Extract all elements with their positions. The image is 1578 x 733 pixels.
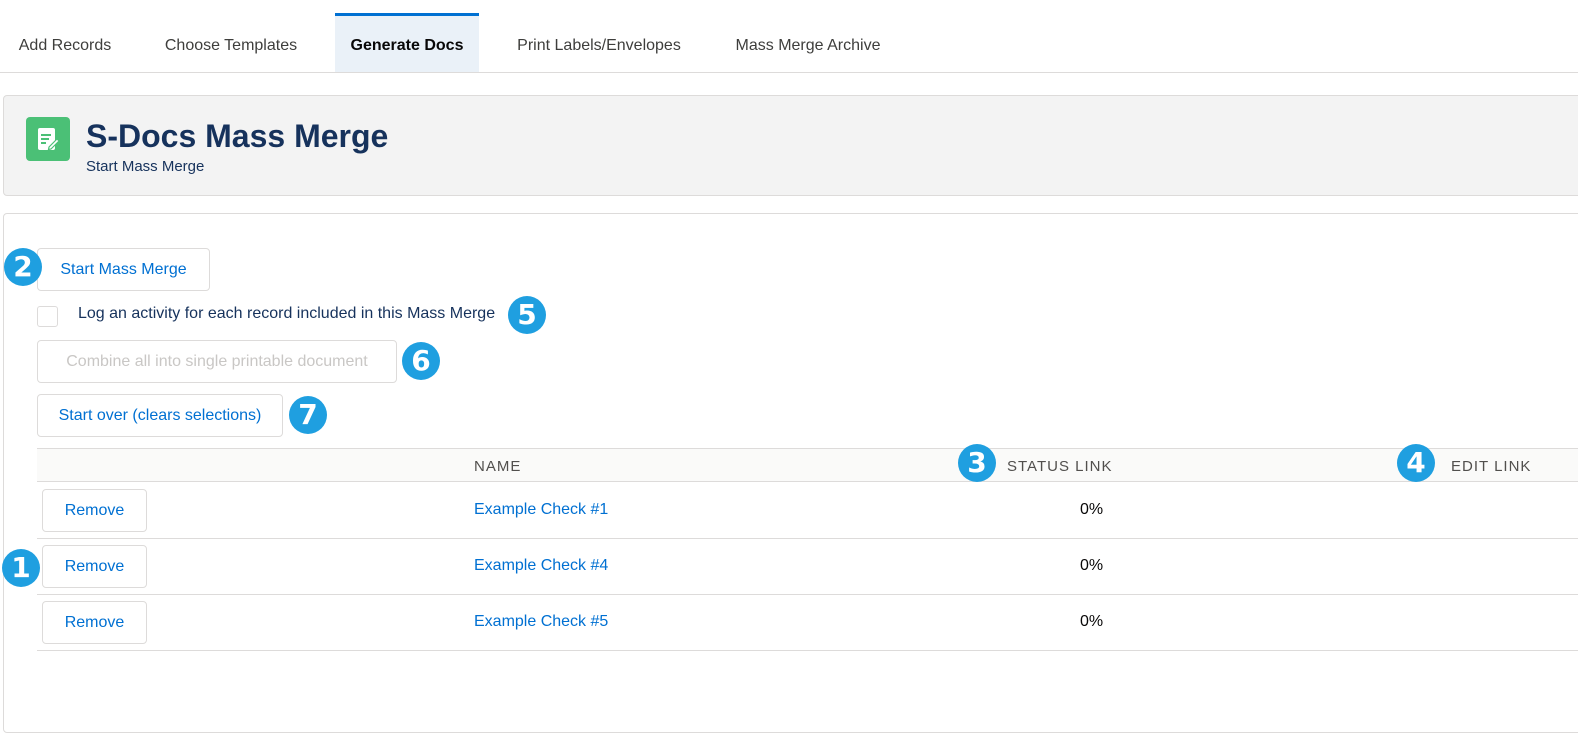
- record-name-link[interactable]: Example Check #4: [474, 557, 608, 575]
- table-row: Remove Example Check #5 0%: [37, 595, 1578, 651]
- remove-button[interactable]: Remove: [42, 489, 147, 532]
- page-subtitle: Start Mass Merge: [86, 158, 205, 175]
- remove-button[interactable]: Remove: [42, 545, 147, 588]
- tab-choose-templates[interactable]: Choose Templates: [150, 13, 312, 70]
- table-header: NAME STATUS LINK EDIT LINK: [37, 448, 1578, 482]
- status-link[interactable]: 0%: [1080, 501, 1103, 519]
- page-title: S-Docs Mass Merge: [86, 118, 389, 154]
- start-over-button[interactable]: Start over (clears selections): [37, 394, 283, 437]
- column-header-status-link: STATUS LINK: [1007, 458, 1113, 475]
- callout-badge-1: 1: [2, 549, 40, 587]
- combine-document-button[interactable]: Combine all into single printable docume…: [37, 340, 397, 383]
- callout-badge-2: 2: [4, 248, 42, 286]
- page-header: S-Docs Mass Merge Start Mass Merge: [3, 95, 1578, 196]
- column-header-name: NAME: [474, 458, 522, 475]
- tab-add-records[interactable]: Add Records: [0, 13, 130, 70]
- column-header-edit-link: EDIT LINK: [1451, 458, 1532, 475]
- document-edit-icon: [26, 117, 70, 161]
- callout-badge-5: 5: [508, 296, 546, 334]
- record-name-link[interactable]: Example Check #5: [474, 613, 608, 631]
- callout-badge-6: 6: [402, 342, 440, 380]
- status-link[interactable]: 0%: [1080, 613, 1103, 631]
- log-activity-label: Log an activity for each record included…: [78, 305, 496, 322]
- tab-print-labels-envelopes[interactable]: Print Labels/Envelopes: [503, 13, 695, 70]
- table-row: Remove Example Check #4 0%: [37, 539, 1578, 595]
- tab-mass-merge-archive[interactable]: Mass Merge Archive: [720, 13, 896, 70]
- remove-button[interactable]: Remove: [42, 601, 147, 644]
- callout-badge-3: 3: [958, 444, 996, 482]
- callout-badge-7: 7: [289, 396, 327, 434]
- tab-bar: Add Records Choose Templates Generate Do…: [0, 0, 1578, 73]
- callout-badge-4: 4: [1397, 444, 1435, 482]
- start-mass-merge-button[interactable]: Start Mass Merge: [37, 248, 210, 291]
- log-activity-checkbox[interactable]: [37, 306, 58, 327]
- status-link[interactable]: 0%: [1080, 557, 1103, 575]
- table-row: Remove Example Check #1 0%: [37, 483, 1578, 539]
- tab-generate-docs[interactable]: Generate Docs: [335, 13, 479, 72]
- record-name-link[interactable]: Example Check #1: [474, 501, 608, 519]
